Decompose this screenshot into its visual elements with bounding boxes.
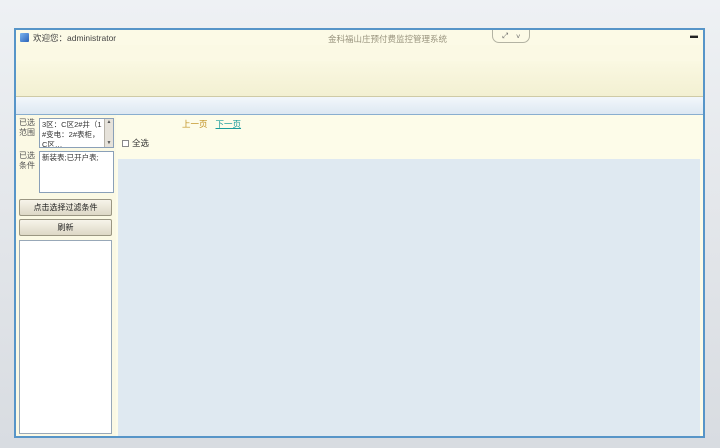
selected-range-box[interactable]: 3区：C区2#井（1#变电：2#表柜，C区… ▲▼ — [39, 118, 114, 148]
chevron-down-icon[interactable]: ˅ — [516, 32, 520, 41]
select-all-checkbox[interactable] — [122, 140, 129, 147]
selected-condition-label: 已选条件 — [19, 151, 37, 193]
refresh-button[interactable]: 刷新 — [19, 219, 112, 236]
desktop: 欢迎您：administrator 金科福山庄预付费监控管理系统 ⤢ ˅ ▬ 已… — [0, 0, 720, 448]
ribbon — [16, 61, 703, 97]
app-window: 欢迎您：administrator 金科福山庄预付费监控管理系统 ⤢ ˅ ▬ 已… — [14, 28, 705, 438]
ribbon-toggle[interactable]: ⤢ ˅ — [492, 30, 530, 43]
sidebar: 已选范围 3区：C区2#井（1#变电：2#表柜，C区… ▲▼ 已选条件 新装表;… — [16, 115, 116, 436]
main-panel: 上一页 下一页 全选 — [116, 115, 703, 436]
tab-bar — [16, 97, 703, 115]
select-all[interactable]: 全选 — [122, 137, 149, 149]
scrollbar[interactable]: ▲▼ — [104, 119, 113, 147]
next-page-link[interactable]: 下一页 — [216, 118, 242, 130]
grid-footer — [118, 159, 700, 436]
action-bar: 全选 — [122, 135, 703, 151]
pagination-bar: 上一页 下一页 — [182, 118, 703, 130]
title-bar: 欢迎您：administrator 金科福山庄预付费监控管理系统 ⤢ ˅ ▬ — [16, 30, 703, 45]
selected-condition-box[interactable]: 新装表;已开户表; — [39, 151, 114, 193]
expand-icon[interactable]: ⤢ — [502, 31, 508, 41]
menu-bar — [16, 45, 703, 61]
prev-page-link[interactable]: 上一页 — [182, 118, 208, 130]
minimize-button[interactable]: ▬ — [690, 31, 698, 41]
choose-filter-button[interactable]: 点击选择过滤条件 — [19, 199, 112, 216]
content: 已选范围 3区：C区2#井（1#变电：2#表柜，C区… ▲▼ 已选条件 新装表;… — [16, 115, 703, 436]
building-tree — [19, 240, 112, 434]
welcome-text: 欢迎您：administrator — [33, 32, 116, 44]
app-logo-icon — [20, 33, 29, 42]
selected-range-label: 已选范围 — [19, 118, 37, 148]
app-title: 金科福山庄预付费监控管理系统 — [328, 33, 447, 45]
